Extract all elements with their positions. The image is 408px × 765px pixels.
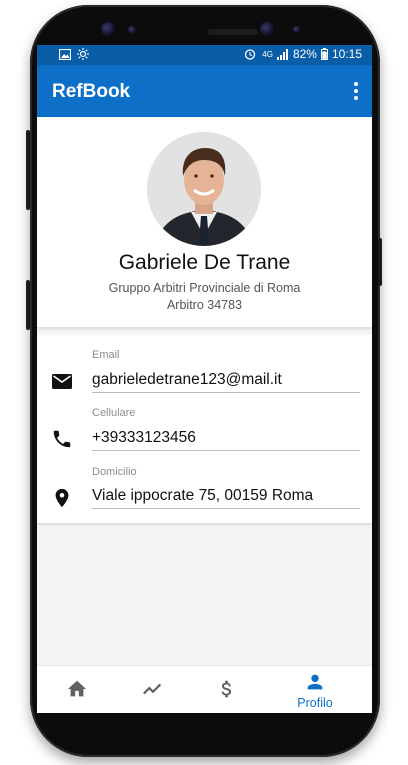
email-label: Email bbox=[92, 349, 120, 361]
volume-button bbox=[26, 130, 30, 210]
email-field[interactable]: gabrieledetrane123@mail.it bbox=[92, 371, 360, 393]
app-screen: 4G 82% 10:15 RefBook Gabriele De Trane G… bbox=[37, 45, 372, 713]
app-bar: RefBook bbox=[37, 65, 372, 117]
person-icon bbox=[307, 674, 323, 690]
profile-referee-id: Arbitro 34783 bbox=[166, 298, 243, 312]
alarm-icon bbox=[245, 49, 256, 60]
image-icon bbox=[59, 48, 71, 60]
battery-icon bbox=[320, 48, 328, 60]
bixby-button bbox=[26, 280, 30, 330]
network-type: 4G bbox=[262, 49, 273, 59]
bottom-navigation: Profilo bbox=[37, 665, 372, 713]
phone-icon bbox=[53, 430, 71, 448]
brightness-icon bbox=[77, 48, 89, 60]
nav-item-profile[interactable]: Profilo bbox=[275, 666, 355, 713]
front-camera bbox=[101, 22, 115, 36]
phone-field[interactable]: +39333123456 bbox=[92, 429, 360, 451]
phone-label: Cellulare bbox=[92, 407, 136, 419]
location-pin-icon bbox=[55, 488, 69, 508]
dollar-icon bbox=[221, 680, 232, 698]
avatar bbox=[147, 132, 261, 246]
speaker-grille bbox=[208, 29, 258, 35]
sensor bbox=[128, 26, 136, 34]
address-label: Domicilio bbox=[92, 466, 137, 478]
nav-label-profile: Profilo bbox=[297, 696, 333, 710]
contact-card: Email gabrieledetrane123@mail.it Cellula… bbox=[37, 335, 372, 523]
signal-icon bbox=[276, 48, 288, 60]
nav-item-payments[interactable] bbox=[187, 666, 267, 713]
email-icon bbox=[52, 374, 72, 389]
trending-icon bbox=[143, 683, 162, 695]
address-field[interactable]: Viale ippocrate 75, 00159 Roma bbox=[92, 487, 360, 509]
iris-scanner bbox=[260, 22, 274, 36]
status-bar: 4G 82% 10:15 bbox=[37, 45, 372, 65]
profile-card: Gabriele De Trane Gruppo Arbitri Provinc… bbox=[37, 117, 372, 327]
profile-group: Gruppo Arbitri Provinciale di Roma bbox=[108, 281, 301, 295]
power-button bbox=[378, 238, 382, 286]
profile-name: Gabriele De Trane bbox=[118, 251, 291, 274]
nav-item-home[interactable] bbox=[37, 666, 117, 713]
battery-percent: 82% bbox=[292, 47, 317, 61]
status-time: 10:15 bbox=[331, 47, 362, 61]
nav-item-stats[interactable] bbox=[113, 666, 193, 713]
app-title: RefBook bbox=[52, 81, 131, 102]
overflow-menu-icon[interactable] bbox=[352, 82, 360, 100]
home-icon bbox=[67, 680, 87, 697]
proximity-sensor bbox=[293, 26, 300, 33]
